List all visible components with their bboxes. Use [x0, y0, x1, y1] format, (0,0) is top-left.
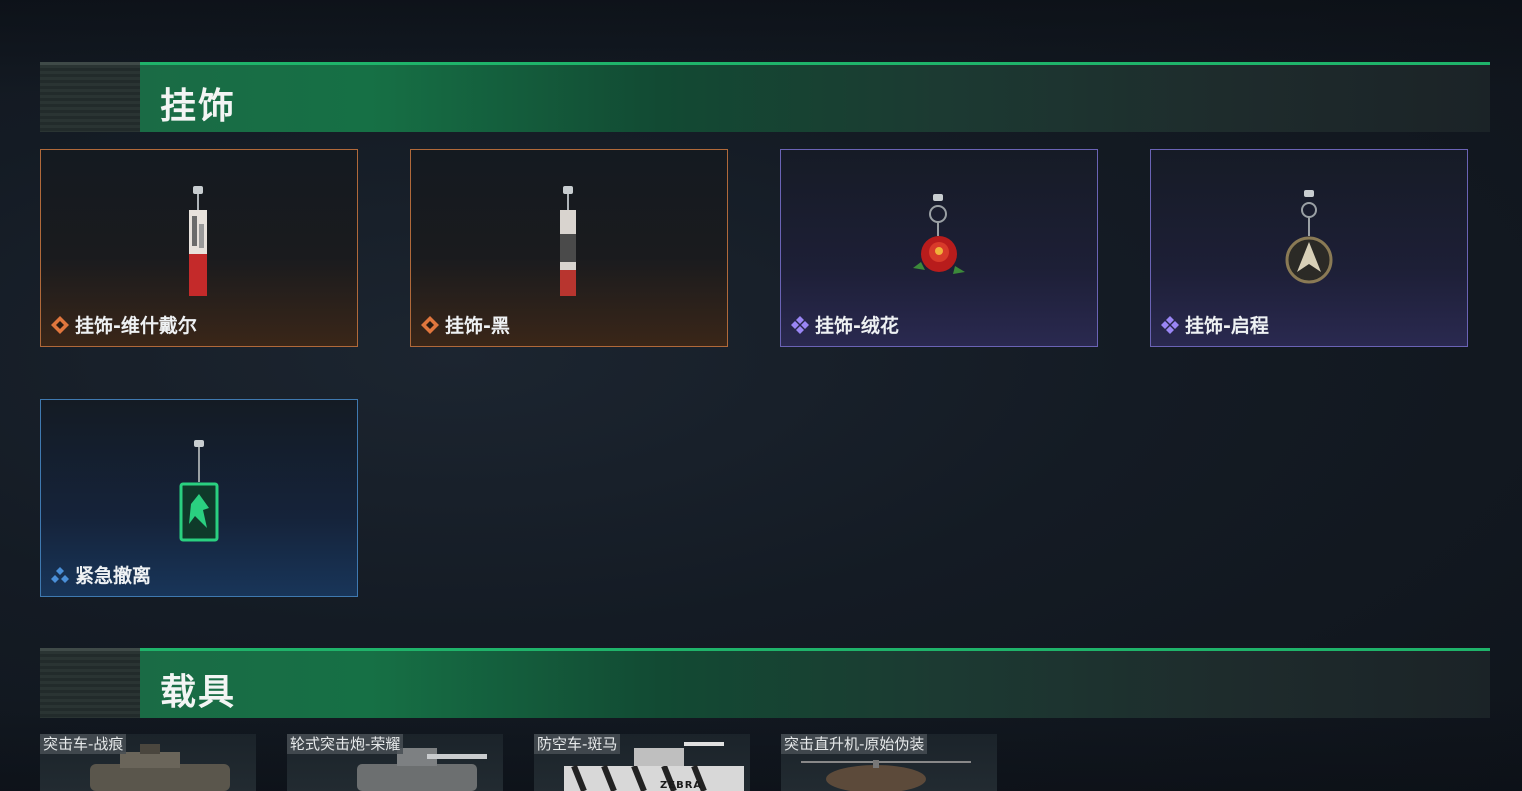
charm-card-vishdel[interactable]: 挂饰-维什戴尔 [40, 149, 358, 347]
header-tab-stub [40, 648, 140, 718]
charm-card-qicheng[interactable]: 挂饰-启程 [1150, 149, 1468, 347]
charm-card-emergency-evac[interactable]: 紧急撤离 [40, 399, 358, 597]
vehicle-label: 突击直升机-原始伪装 [781, 734, 928, 754]
charm-card-black[interactable]: 挂饰-黑 [410, 149, 728, 347]
charm-label: 挂饰-启程 [1185, 315, 1269, 337]
charm-dark-tag-icon [560, 186, 576, 296]
charm-label: 挂饰-绒花 [815, 315, 899, 337]
vehicle-card-assault-car[interactable]: 突击车-战痕 [40, 734, 256, 791]
section-title-charms: 挂饰 [160, 86, 237, 127]
header-tab-stub [40, 62, 140, 132]
vehicle-label: 防空车-斑马 [534, 734, 621, 754]
vehicle-card-assault-helicopter[interactable]: 突击直升机-原始伪装 [781, 734, 997, 791]
rarity-orange-icon [421, 315, 439, 334]
charm-label: 挂饰-黑 [445, 315, 510, 337]
charm-rose-icon [913, 194, 965, 274]
vehicle-label: 轮式突击炮-荣耀 [287, 734, 404, 754]
section-header-charms: 挂饰 [40, 62, 1490, 132]
rarity-blue-icon [51, 566, 69, 583]
charm-green-emblem-icon [179, 440, 219, 542]
section-header-vehicles: 载具 [40, 648, 1490, 718]
rarity-purple-icon [1161, 315, 1179, 334]
section-title-vehicles: 载具 [160, 672, 237, 713]
charm-card-rongua[interactable]: 挂饰-绒花 [780, 149, 1098, 347]
charm-compass-icon [1285, 190, 1333, 284]
vehicle-label: 突击车-战痕 [40, 734, 127, 754]
rarity-orange-icon [51, 315, 69, 334]
vehicle-card-aa-zebra[interactable]: 防空车-斑马 ZEBRA [534, 734, 750, 791]
charm-red-blade-icon [189, 186, 207, 296]
vehicle-card-wheeled-assault-gun[interactable]: 轮式突击炮-荣耀 [287, 734, 503, 791]
rarity-purple-icon [791, 315, 809, 334]
charm-label: 挂饰-维什戴尔 [75, 315, 197, 337]
charm-label: 紧急撤离 [75, 565, 152, 587]
zebra-badge: ZEBRA [660, 780, 703, 791]
